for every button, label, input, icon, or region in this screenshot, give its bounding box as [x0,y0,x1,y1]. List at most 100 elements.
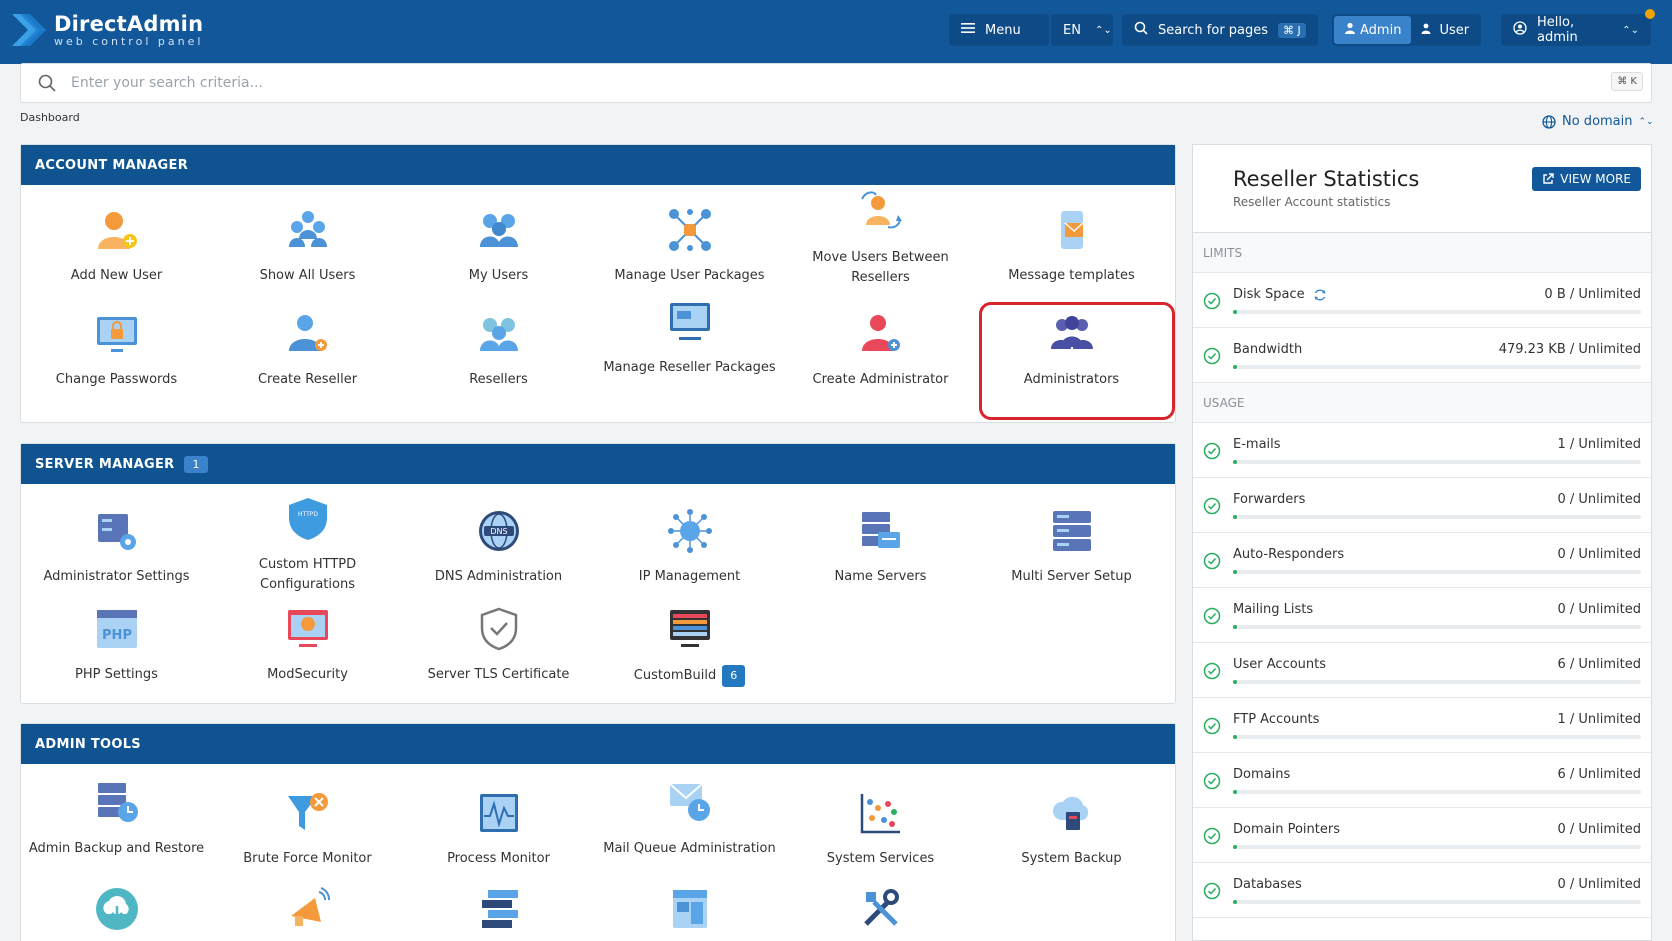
limits-section-label: LIMITS [1193,233,1651,273]
modsecurity-tile[interactable]: ModSecurity [212,606,403,685]
stat-value: 1 / Unlimited [1557,437,1641,452]
system-backup-tile[interactable]: System Backup [976,790,1167,869]
domain-select[interactable]: No domain ⌃⌄ [1542,114,1654,129]
stat-progress-bar [1233,310,1641,314]
tile-label: Change Passwords [55,372,178,387]
stat-row: Bandwidth 479.23 KB / Unlimited [1193,328,1651,383]
role-admin-button[interactable]: Admin [1334,16,1412,44]
name-servers-tile[interactable]: Name Servers [785,508,976,587]
svg-text:DNS: DNS [490,527,507,536]
tile-label: Server TLS Certificate [427,667,570,682]
server-manager-header: SERVER MANAGER 1 [21,444,1175,484]
php-icon: PHP [96,610,137,648]
tool-tile[interactable] [594,886,785,941]
admin-tools-panel: ADMIN TOOLS Admin Backup and Restore Bru… [20,723,1176,941]
ip-management-tile[interactable]: IP Management [594,508,785,587]
search-pages-label: Search for pages [1158,22,1269,38]
change-passwords-tile[interactable]: Change Passwords [21,311,212,390]
administrator-settings-tile[interactable]: Administrator Settings [21,508,212,587]
stat-row: E-mails 1 / Unlimited [1193,423,1651,478]
search-icon [38,74,56,92]
tile-label: Manage User Packages [614,268,765,283]
admin-tools-header: ADMIN TOOLS [21,724,1175,764]
create-reseller-icon [288,315,327,351]
reseller-statistics-title: Reseller Statistics [1233,167,1420,191]
stat-progress-bar [1233,365,1641,369]
create-administrator-tile[interactable]: Create Administrator [785,311,976,390]
system-services-icon [860,794,900,834]
view-more-button[interactable]: VIEW MORE [1532,167,1641,191]
stat-row: FTP Accounts 1 / Unlimited [1193,698,1651,753]
stat-progress-bar [1233,790,1641,794]
global-search[interactable]: Enter your search criteria... ⌘ K [20,63,1652,103]
account-manager-panel: ACCOUNT MANAGER Add New User Show All Us… [20,144,1176,423]
check-circle-icon [1203,497,1221,515]
process-monitor-icon [479,794,518,832]
custom-httpd-tile[interactable]: HTTPD Custom HTTPD Configurations [212,496,403,595]
megaphone-icon [290,887,330,926]
manage-reseller-packages-tile[interactable]: Manage Reseller Packages [594,299,785,378]
create-reseller-tile[interactable]: Create Reseller [212,311,403,390]
custombuild-badge: 6 [722,665,746,687]
system-services-tile[interactable]: System Services [785,790,976,869]
tool-tile[interactable] [212,886,403,941]
multi-server-setup-tile[interactable]: Multi Server Setup [976,508,1167,587]
process-monitor-tile[interactable]: Process Monitor [403,790,594,869]
tile-label: Resellers [469,372,528,387]
role-user-button[interactable]: User [1411,16,1479,44]
stat-row: Domain Pointers 0 / Unlimited [1193,808,1651,863]
mail-queue-tile[interactable]: Mail Queue Administration [594,780,785,859]
directadmin-logo-icon [12,14,46,46]
top-bar: DirectAdmin web control panel Menu EN ⌃⌄… [0,0,1672,64]
show-all-users-tile[interactable]: Show All Users [212,207,403,286]
svg-text:HTTPD: HTTPD [298,511,318,518]
tile-label: Show All Users [259,268,356,283]
tile-label: System Services [826,851,935,866]
admin-backup-restore-tile[interactable]: Admin Backup and Restore [21,780,212,859]
menu-button[interactable]: Menu [949,14,1049,46]
tile-label: PHP Settings [75,667,158,682]
reseller-statistics-subtitle: Reseller Account statistics [1233,195,1391,209]
account-menu-button[interactable]: Hello, admin ⌃⌄ [1501,14,1651,46]
check-circle-icon [1203,882,1221,900]
tool-tile[interactable] [785,886,976,941]
svg-text:PHP: PHP [102,628,132,643]
stat-value: 6 / Unlimited [1557,767,1641,782]
search-input[interactable]: Enter your search criteria... [71,75,263,91]
backup-restore-icon [97,783,138,822]
search-shortcut: ⌘ K [1611,72,1643,91]
server-tls-certificate-tile[interactable]: Server TLS Certificate [403,606,594,685]
stat-progress-fill [1233,365,1237,369]
logo-title: DirectAdmin [54,12,204,36]
tile-label: CustomBuild 6 [594,665,785,687]
brute-force-monitor-tile[interactable]: Brute Force Monitor [212,790,403,869]
hamburger-icon [961,22,975,38]
users-group-icon [288,211,327,247]
search-icon [1134,21,1148,39]
check-circle-icon [1203,552,1221,570]
stat-progress-bar [1233,735,1641,739]
check-circle-icon [1203,442,1221,460]
dns-administration-tile[interactable]: DNS DNS Administration [403,508,594,587]
add-new-user-tile[interactable]: Add New User [21,207,212,286]
globe-icon [1542,114,1556,129]
packages-network-icon [668,209,711,251]
resellers-tile[interactable]: Resellers [403,311,594,390]
refresh-icon[interactable] [1313,287,1327,306]
manage-user-packages-tile[interactable]: Manage User Packages [594,207,785,286]
tool-tile[interactable] [403,886,594,941]
move-users-tile[interactable]: Move Users Between Resellers [785,189,976,288]
custombuild-tile[interactable]: CustomBuild 6 [594,606,785,687]
php-settings-tile[interactable]: PHP PHP Settings [21,606,212,685]
breadcrumb[interactable]: Dashboard [20,111,80,124]
usage-section-label: USAGE [1193,383,1651,423]
my-users-tile[interactable]: My Users [403,207,594,286]
tool-tile[interactable] [21,886,212,941]
search-pages-button[interactable]: Search for pages ⌘ J [1122,14,1318,46]
admin-user-icon [1344,22,1356,38]
language-select[interactable]: EN ⌃⌄ [1051,14,1113,46]
domain-select-label: No domain [1562,114,1633,129]
logo[interactable]: DirectAdmin web control panel [10,10,203,50]
message-templates-tile[interactable]: Message templates [976,207,1167,286]
list-stack-icon [481,890,518,928]
